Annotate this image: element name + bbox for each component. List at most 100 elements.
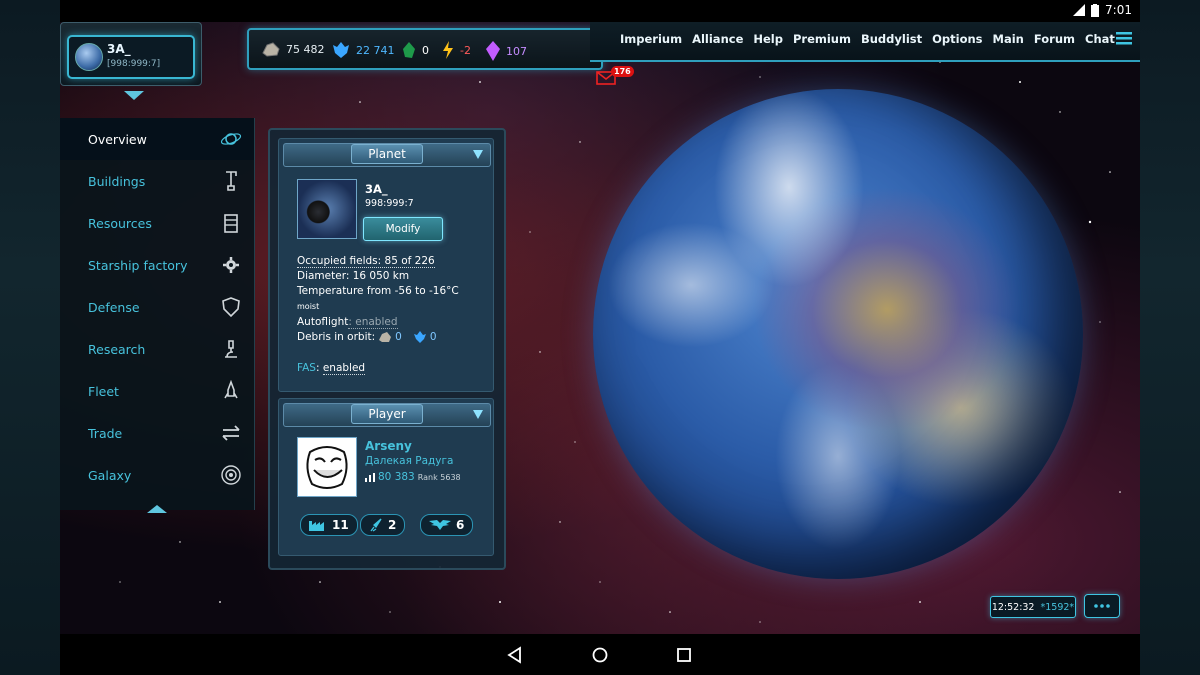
planet-name: 3A_	[365, 182, 388, 196]
darkmatter-value: 107	[506, 44, 527, 58]
climate: moist	[297, 302, 320, 311]
planet-panel: Planet 3A_ 998:999:7 Modify Occupied fie…	[278, 138, 494, 392]
resource-bar: 75 482 22 741 0 -2 107	[247, 28, 603, 70]
stat-officers[interactable]: 6	[420, 514, 474, 536]
nav-buddylist[interactable]: Buddylist	[861, 32, 922, 46]
stat-buildings[interactable]: 11	[300, 514, 358, 536]
exchange-icon	[220, 422, 242, 444]
debris-ore-value: 0	[395, 331, 402, 343]
chat-bubble-icon	[1094, 604, 1110, 608]
energy-value: -2	[460, 43, 471, 57]
battery-icon	[1091, 3, 1100, 17]
resource-ore[interactable]: 75 482	[261, 41, 325, 57]
sidebar-item-defense[interactable]: Defense	[60, 286, 254, 328]
top-bar: 3A_ [998:999:7] 75 482 22 741 0 -2 107 I…	[60, 22, 1140, 100]
back-icon[interactable]	[506, 646, 524, 664]
energy-icon	[443, 41, 453, 59]
mail-count-badge: 176	[611, 66, 634, 77]
top-navigation: Imperium Alliance Help Premium Buddylist…	[590, 22, 1140, 62]
player-panel-header[interactable]: Player	[283, 403, 491, 427]
sidebar-item-label: Buildings	[88, 173, 146, 189]
sidebar-item-buildings[interactable]: Buildings	[60, 160, 254, 202]
nav-main[interactable]: Main	[993, 32, 1024, 46]
android-status-bar: 7:01	[60, 0, 1140, 22]
chevron-down-icon[interactable]	[120, 88, 148, 102]
sidebar-item-trade[interactable]: Trade	[60, 412, 254, 454]
sidebar: Overview Buildings Resources Starship fa…	[60, 118, 255, 513]
player-planet-selector[interactable]: 3A_ [998:999:7]	[67, 35, 195, 79]
stat-value: 6	[456, 518, 465, 532]
autoflight-label: Autoflight	[297, 316, 349, 328]
planet-avatar	[75, 43, 103, 71]
chevron-down-icon[interactable]	[472, 148, 484, 160]
home-icon[interactable]	[591, 646, 609, 664]
sidebar-item-resources[interactable]: Resources	[60, 202, 254, 244]
mine-icon	[220, 212, 242, 234]
nav-forum[interactable]: Forum	[1034, 32, 1075, 46]
nav-options[interactable]: Options	[932, 32, 982, 46]
sidebar-item-fleet[interactable]: Fleet	[60, 370, 254, 412]
sidebar-item-label: Galaxy	[88, 467, 132, 483]
fas-value[interactable]: enabled	[322, 362, 366, 375]
diameter: Diameter: 16 050 km	[297, 270, 410, 282]
info-panel: Planet 3A_ 998:999:7 Modify Occupied fie…	[268, 128, 506, 570]
server-clock: 12:52:32 *1592*	[990, 596, 1076, 618]
deuterium-icon	[403, 42, 415, 58]
sidebar-item-label: Defense	[88, 299, 140, 315]
crystal-icon	[413, 331, 426, 343]
hamburger-menu-icon[interactable]	[1116, 31, 1132, 45]
resource-darkmatter[interactable]: 107	[485, 41, 527, 61]
sidebar-item-research[interactable]: Research	[60, 328, 254, 370]
modify-button[interactable]: Modify	[363, 217, 443, 241]
rocket-icon	[220, 380, 242, 402]
nav-alliance[interactable]: Alliance	[692, 32, 743, 46]
temperature: Temperature from -56 to -16°C	[297, 285, 459, 297]
planet-panel-title: Planet	[351, 144, 423, 164]
nav-help[interactable]: Help	[753, 32, 783, 46]
shield-icon	[220, 296, 242, 318]
game-screen: 3A_ [998:999:7] 75 482 22 741 0 -2 107 I…	[60, 22, 1140, 634]
resource-crystal[interactable]: 22 741	[331, 41, 395, 59]
ore-icon	[379, 332, 392, 342]
troll-face-avatar	[306, 446, 348, 489]
player-name[interactable]: Arseny	[365, 439, 412, 453]
gear-icon	[220, 254, 242, 276]
crystal-value: 22 741	[356, 43, 395, 57]
recents-icon[interactable]	[675, 646, 693, 664]
right-margin	[1140, 0, 1200, 675]
crystal-icon	[333, 42, 349, 58]
sidebar-item-label: Starship factory	[88, 257, 188, 273]
occupied-fields: Occupied fields: 85 of 226	[297, 255, 435, 268]
stat-fleet[interactable]: 2	[360, 514, 406, 536]
signal-icon	[1073, 4, 1086, 16]
orbit-icon	[220, 128, 242, 150]
resource-energy[interactable]: -2	[441, 41, 471, 59]
wings-icon	[429, 520, 451, 530]
server-id: *1592*	[1040, 601, 1075, 613]
sidebar-item-label: Overview	[88, 131, 147, 147]
sidebar-item-label: Fleet	[88, 383, 119, 399]
sidebar-item-galaxy[interactable]: Galaxy	[60, 454, 254, 496]
debris-crystal-value: 0	[429, 331, 437, 343]
planet-render[interactable]	[593, 89, 1083, 579]
chevron-down-icon[interactable]	[472, 408, 484, 420]
player-avatar[interactable]	[297, 437, 357, 497]
sidebar-item-overview[interactable]: Overview	[60, 118, 254, 160]
chevron-up-icon[interactable]	[140, 502, 174, 516]
nav-premium[interactable]: Premium	[793, 32, 851, 46]
chat-button[interactable]	[1084, 594, 1120, 618]
nav-chat[interactable]: Chat	[1085, 32, 1115, 46]
galaxy-icon	[220, 464, 242, 486]
player-alliance[interactable]: Далекая Радуга	[365, 455, 453, 467]
player-planet-box[interactable]: 3A_ [998:999:7]	[60, 22, 202, 86]
bar-chart-icon	[365, 472, 375, 482]
debris-label: Debris in orbit:	[297, 331, 376, 343]
nav-imperium[interactable]: Imperium	[620, 32, 682, 46]
sidebar-item-starship-factory[interactable]: Starship factory	[60, 244, 254, 286]
clock-value: 12:52:32	[991, 601, 1035, 613]
autoflight-value[interactable]: : enabled	[348, 316, 398, 329]
rocket-icon	[370, 518, 382, 532]
planet-panel-header[interactable]: Planet	[283, 143, 491, 167]
resource-deuterium[interactable]: 0	[401, 41, 429, 59]
planet-thumbnail	[297, 179, 357, 239]
